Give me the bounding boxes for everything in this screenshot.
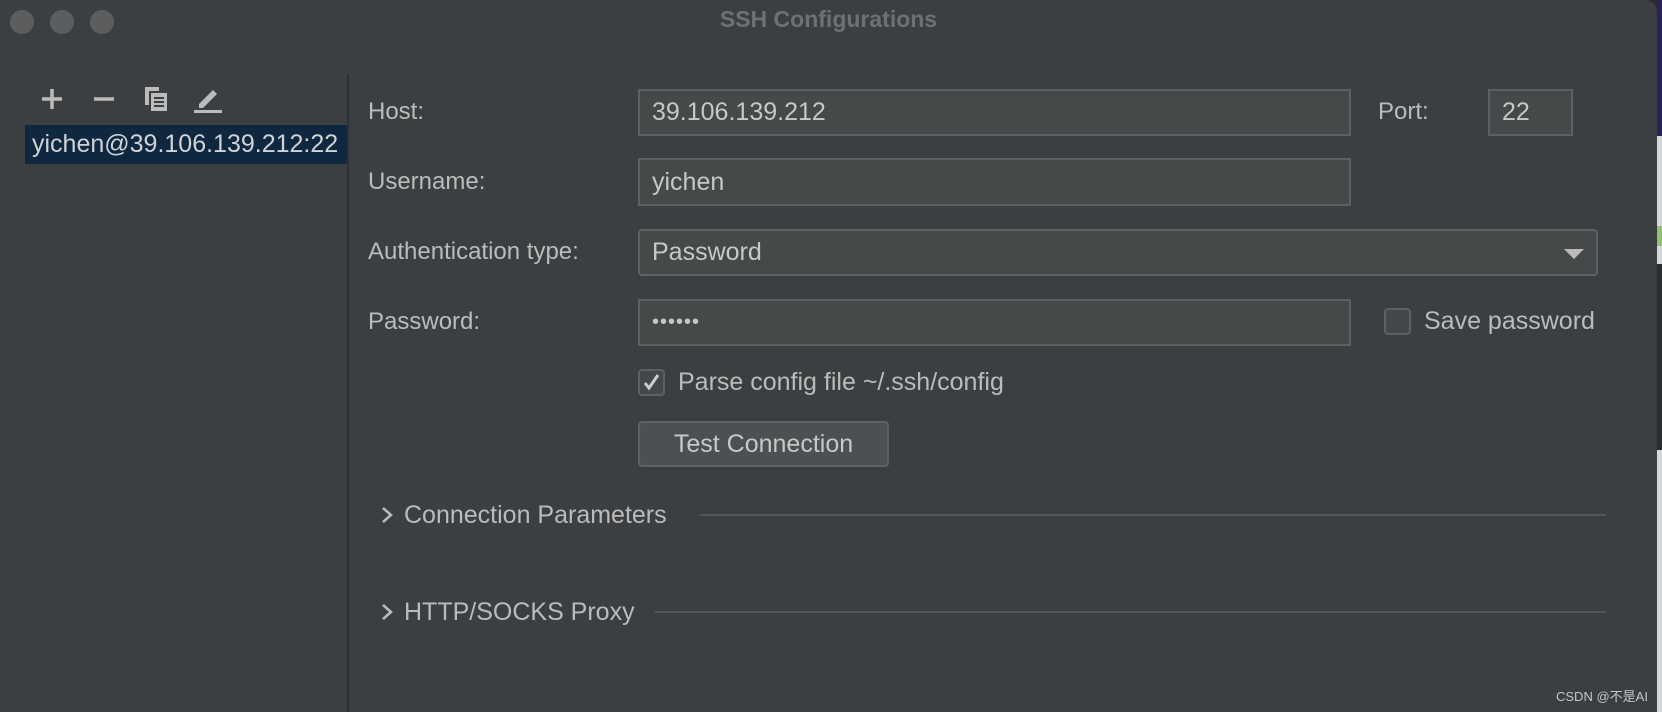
separator bbox=[655, 611, 1606, 613]
plus-icon bbox=[42, 89, 62, 109]
background-window-edge bbox=[1657, 0, 1662, 712]
sidebar-divider[interactable] bbox=[347, 74, 349, 712]
save-password-checkbox[interactable] bbox=[1384, 308, 1411, 335]
auth-type-dropdown[interactable]: Password bbox=[638, 229, 1598, 276]
section-http-socks-proxy[interactable]: HTTP/SOCKS Proxy bbox=[380, 597, 635, 627]
parse-config-label: Parse config file ~/.ssh/config bbox=[678, 368, 1004, 396]
minus-icon bbox=[94, 97, 114, 101]
watermark: CSDN @不是AI bbox=[1556, 689, 1648, 704]
checkmark-icon bbox=[643, 374, 660, 391]
port-label: Port: bbox=[1378, 98, 1429, 125]
copy-button[interactable] bbox=[141, 84, 171, 114]
chevron-down-icon bbox=[1564, 249, 1584, 259]
host-label: Host: bbox=[368, 98, 425, 125]
password-input[interactable]: •••••• bbox=[638, 299, 1351, 346]
save-password-label: Save password bbox=[1424, 307, 1595, 335]
username-label: Username: bbox=[368, 168, 486, 195]
section-label: Connection Parameters bbox=[404, 501, 667, 529]
port-input[interactable]: 22 bbox=[1488, 89, 1573, 136]
window-title: SSH Configurations bbox=[719, 6, 938, 32]
parse-config-checkbox[interactable] bbox=[638, 369, 665, 396]
auth-type-value: Password bbox=[652, 238, 762, 266]
add-button[interactable] bbox=[37, 84, 67, 114]
chevron-right-icon bbox=[382, 604, 393, 620]
chevron-right-icon bbox=[382, 507, 393, 523]
test-connection-button[interactable]: Test Connection bbox=[638, 421, 889, 467]
edit-icon bbox=[194, 90, 222, 113]
remove-button[interactable] bbox=[89, 84, 119, 114]
edit-button[interactable] bbox=[193, 84, 223, 114]
auth-type-label: Authentication type: bbox=[368, 238, 579, 265]
sidebar-item-ssh-config[interactable]: yichen@39.106.139.212:22 bbox=[25, 125, 347, 164]
ssh-configurations-dialog: SSH Configurations yichen@39.106.139.212… bbox=[0, 0, 1657, 712]
host-input[interactable]: 39.106.139.212 bbox=[638, 89, 1351, 136]
copy-icon bbox=[145, 87, 167, 111]
section-label: HTTP/SOCKS Proxy bbox=[404, 598, 635, 626]
section-connection-parameters[interactable]: Connection Parameters bbox=[380, 500, 667, 530]
username-input[interactable]: yichen bbox=[638, 158, 1351, 206]
separator bbox=[700, 514, 1606, 516]
password-label: Password: bbox=[368, 308, 481, 335]
